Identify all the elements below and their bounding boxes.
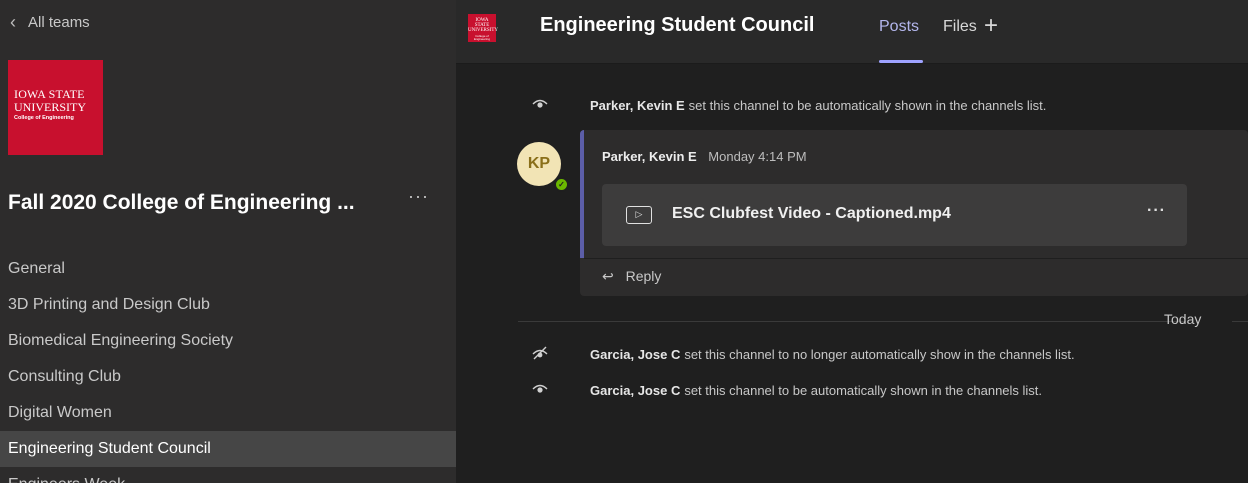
divider <box>584 258 1248 259</box>
reply-button[interactable]: ↩ Reply <box>602 268 661 285</box>
system-message: Garcia, Jose C set this channel to no lo… <box>532 346 1075 363</box>
system-message-user: Parker, Kevin E <box>590 97 685 113</box>
tab-posts[interactable]: Posts <box>879 18 919 36</box>
date-divider-line <box>518 321 1186 322</box>
posts-feed: Parker, Kevin E set this channel to be a… <box>456 64 1248 483</box>
active-tab-indicator <box>879 60 923 63</box>
system-message: Garcia, Jose C set this channel to be au… <box>532 382 1042 398</box>
post-meta: Parker, Kevin E Monday 4:14 PM <box>602 149 807 164</box>
channel-logo: Iowa State University College of Enginee… <box>468 14 498 42</box>
file-attachment[interactable]: ▷ ESC Clubfest Video - Captioned.mp4 ··· <box>602 184 1187 246</box>
attachment-more-button[interactable]: ··· <box>1147 202 1166 220</box>
back-to-teams-button[interactable]: ‹ All teams <box>10 12 90 33</box>
reply-icon: ↩ <box>602 268 614 284</box>
system-message-text: set this channel to no longer automatica… <box>684 347 1075 362</box>
reply-label: Reply <box>625 268 662 284</box>
system-message-text: set this channel to be automatically sho… <box>684 382 1043 398</box>
channel-item-general[interactable]: General <box>0 251 456 287</box>
team-name: Fall 2020 College of Engineering ... <box>8 191 355 214</box>
system-message: Parker, Kevin E set this channel to be a… <box>532 97 1046 113</box>
channel-item-3d-printing[interactable]: 3D Printing and Design Club <box>0 287 456 323</box>
channel-item-biomedical[interactable]: Biomedical Engineering Society <box>0 323 456 359</box>
channel-item-engineering-student-council[interactable]: Engineering Student Council <box>0 431 456 467</box>
system-message-user: Garcia, Jose C <box>590 347 681 362</box>
system-message-text: set this channel to be automatically sho… <box>688 97 1047 113</box>
team-logo: Iowa State University College of Enginee… <box>8 60 103 155</box>
post-timestamp: Monday 4:14 PM <box>708 149 807 164</box>
post-accent-bar <box>580 130 584 258</box>
date-divider-label: Today <box>1164 311 1202 327</box>
add-tab-button[interactable]: + <box>984 12 998 40</box>
channel-list: General 3D Printing and Design Club Biom… <box>0 251 456 483</box>
back-label: All teams <box>28 14 90 31</box>
chevron-left-icon: ‹ <box>10 12 16 32</box>
eye-off-icon <box>532 346 556 363</box>
eye-icon <box>532 97 556 113</box>
channel-item-digital-women[interactable]: Digital Women <box>0 395 456 431</box>
tab-files[interactable]: Files <box>943 18 977 36</box>
channel-item-engineers-week[interactable]: Engineers Week <box>0 467 456 483</box>
attachment-filename: ESC Clubfest Video - Captioned.mp4 <box>672 205 951 222</box>
eye-icon <box>532 382 556 398</box>
channel-item-consulting[interactable]: Consulting Club <box>0 359 456 395</box>
post-card: Parker, Kevin E Monday 4:14 PM ▷ ESC Clu… <box>580 130 1248 296</box>
available-check-icon: ✓ <box>554 177 569 192</box>
date-divider-line <box>1232 321 1248 322</box>
video-file-icon: ▷ <box>626 206 652 224</box>
channel-header: Iowa State University College of Enginee… <box>456 0 1248 64</box>
post-author[interactable]: Parker, Kevin E <box>602 149 697 164</box>
team-more-options-button[interactable]: ··· <box>408 186 429 207</box>
system-message-user: Garcia, Jose C <box>590 382 681 398</box>
channel-title: Engineering Student Council <box>540 14 815 36</box>
team-pane: ‹ All teams Iowa State University Colleg… <box>0 0 456 483</box>
